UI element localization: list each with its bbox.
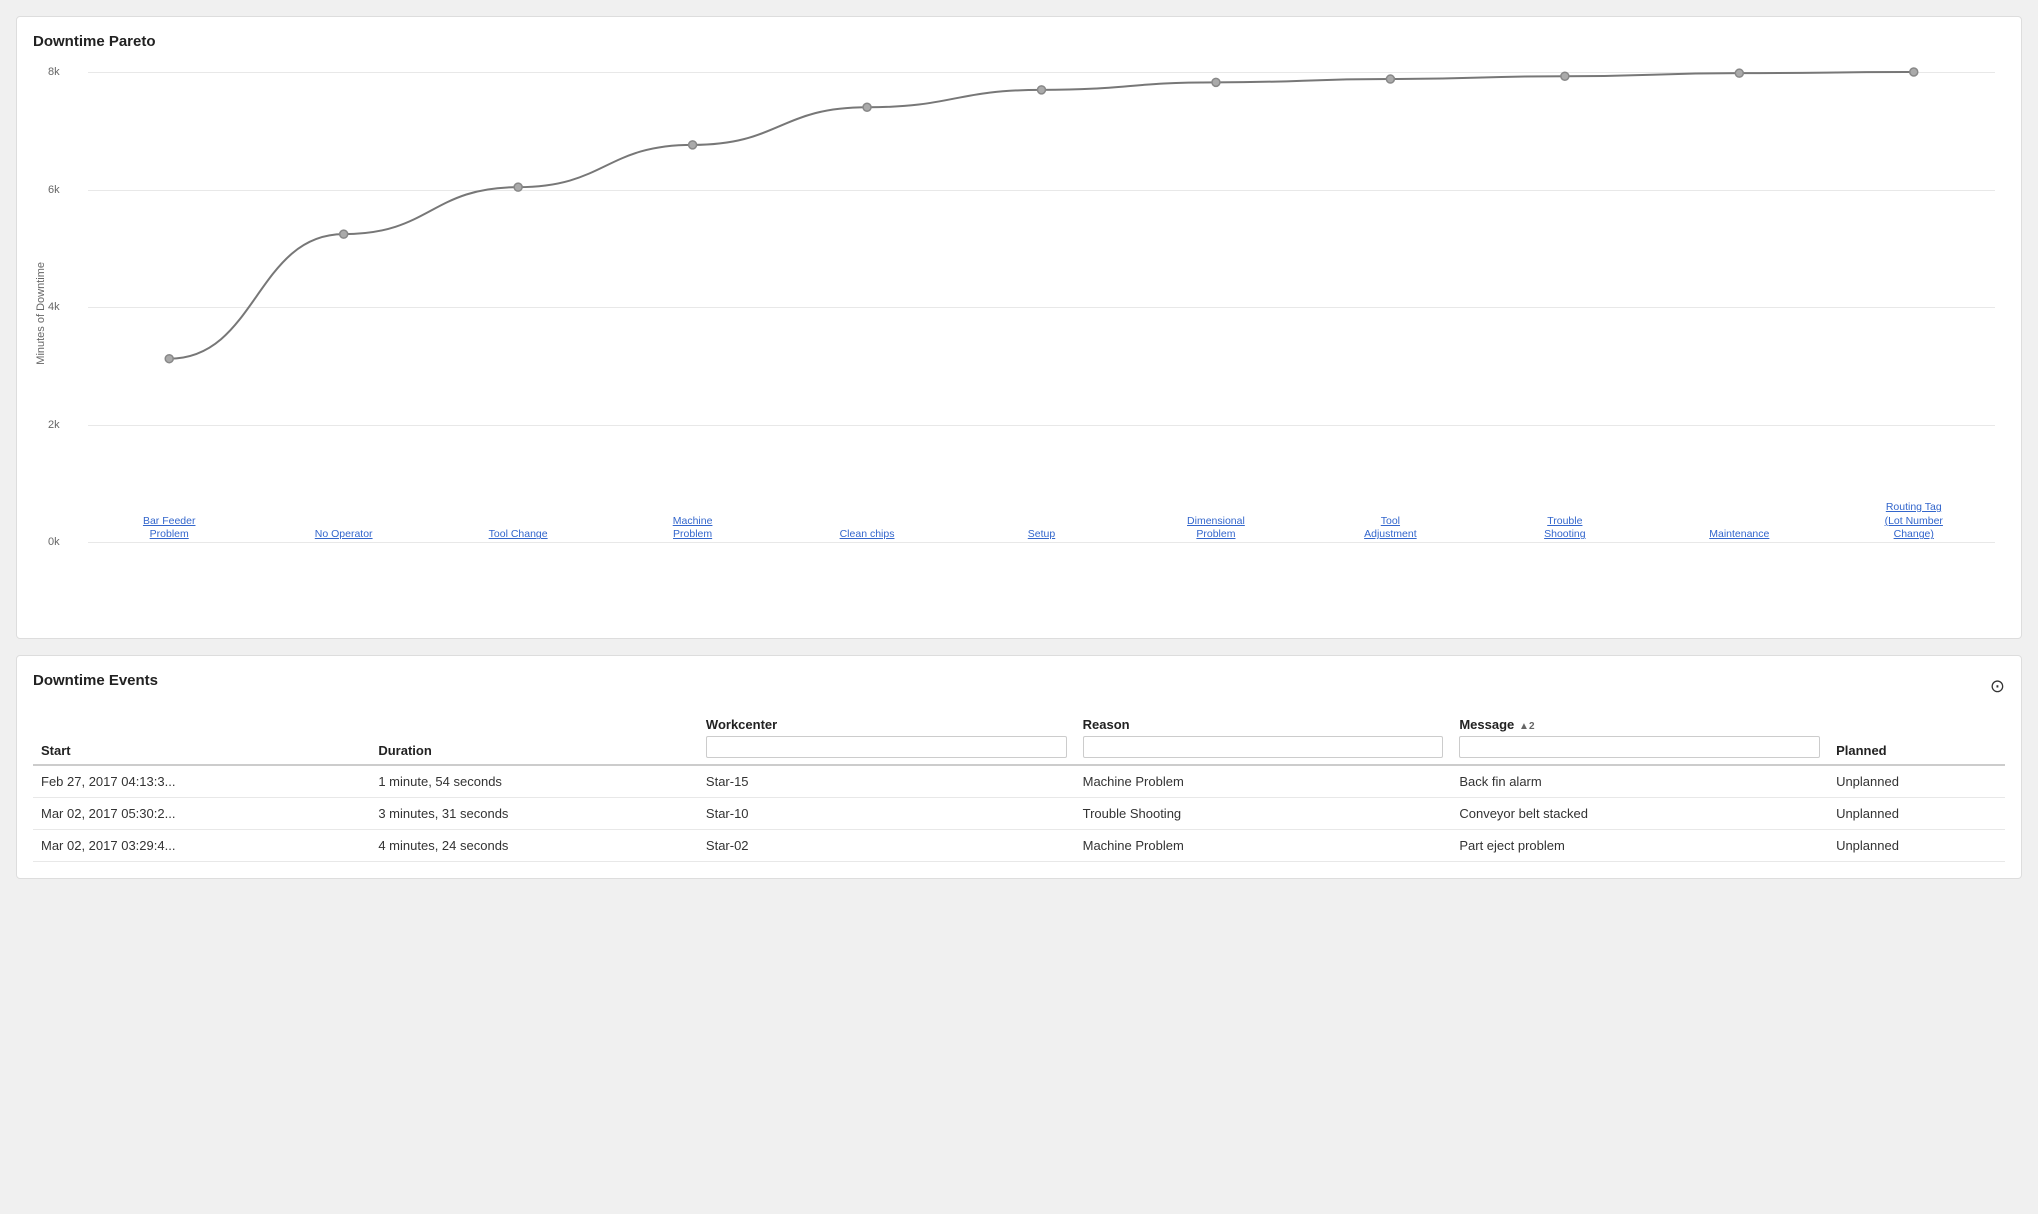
bar-group: DimensionalProblem — [1135, 509, 1297, 542]
y-tick: 8k — [48, 66, 60, 78]
pareto-card: Downtime Pareto Minutes of Downtime 0k 2k… — [16, 16, 2022, 639]
filter-input-reason[interactable] — [1083, 736, 1444, 758]
table-header: Start Duration Workcenter Reason Message ▲2 P… — [33, 711, 2005, 765]
bar-group: TroubleShooting — [1484, 509, 1646, 542]
bar-label[interactable]: TroubleShooting — [1544, 515, 1585, 542]
table-body: Feb 27, 2017 04:13:3...1 minute, 54 seco… — [33, 765, 2005, 862]
pareto-title: Downtime Pareto — [33, 33, 2005, 50]
col-label-workcenter: Workcenter — [706, 717, 777, 732]
filter-input-workcenter[interactable] — [706, 736, 1067, 758]
bars-container: Bar FeederProblem No Operator Tool Change M… — [88, 72, 1995, 542]
col-label-start: Start — [41, 743, 71, 758]
col-label-duration: Duration — [378, 743, 431, 758]
header-row: Start Duration Workcenter Reason Message ▲2 P… — [33, 711, 2005, 765]
bar-group: No Operator — [262, 522, 424, 542]
sort-indicator-message: ▲2 — [1516, 721, 1534, 732]
cell-start: Mar 02, 2017 03:29:4... — [33, 830, 370, 862]
bar-label[interactable]: DimensionalProblem — [1187, 515, 1245, 542]
bar-label[interactable]: Tool Change — [489, 528, 548, 542]
cell-reason: Machine Problem — [1075, 830, 1452, 862]
events-card: Downtime Events ⊙ Start Duration Workcente… — [16, 655, 2022, 879]
bar-group: Setup — [960, 522, 1122, 542]
col-label-planned: Planned — [1836, 743, 1887, 758]
cell-planned: Unplanned — [1828, 798, 2005, 830]
bar-group: MachineProblem — [611, 509, 773, 542]
th-workcenter: Workcenter — [698, 711, 1075, 765]
bar-group: Maintenance — [1658, 522, 1820, 542]
events-header: Downtime Events ⊙ — [33, 672, 2005, 701]
cell-duration: 4 minutes, 24 seconds — [370, 830, 698, 862]
cell-reason: Trouble Shooting — [1075, 798, 1452, 830]
cell-duration: 3 minutes, 31 seconds — [370, 798, 698, 830]
cell-planned: Unplanned — [1828, 830, 2005, 862]
bar-group: Tool Change — [437, 522, 599, 542]
cell-planned: Unplanned — [1828, 765, 2005, 798]
bar-group: Bar FeederProblem — [88, 509, 250, 542]
col-label-reason: Reason — [1083, 717, 1130, 732]
th-duration: Duration — [370, 711, 698, 765]
bar-group: Clean chips — [786, 522, 948, 542]
cell-workcenter: Star-02 — [698, 830, 1075, 862]
events-table: Start Duration Workcenter Reason Message ▲2 P… — [33, 711, 2005, 862]
bar-label[interactable]: Clean chips — [840, 528, 895, 542]
bar-label[interactable]: Setup — [1028, 528, 1055, 542]
y-tick: 6k — [48, 184, 60, 196]
y-tick: 0k — [48, 536, 60, 548]
bar-label[interactable]: Routing Tag(Lot NumberChange) — [1885, 501, 1943, 542]
cell-message: Conveyor belt stacked — [1451, 798, 1828, 830]
table-row: Mar 02, 2017 03:29:4...4 minutes, 24 sec… — [33, 830, 2005, 862]
bar-label[interactable]: Maintenance — [1709, 528, 1769, 542]
filter-input-message[interactable] — [1459, 736, 1820, 758]
y-tick: 4k — [48, 301, 60, 313]
table-row: Mar 02, 2017 05:30:2...3 minutes, 31 sec… — [33, 798, 2005, 830]
cell-reason: Machine Problem — [1075, 765, 1452, 798]
th-planned: Planned — [1828, 711, 2005, 765]
y-axis-label: Minutes of Downtime — [35, 262, 47, 365]
cell-start: Mar 02, 2017 05:30:2... — [33, 798, 370, 830]
cell-message: Part eject problem — [1451, 830, 1828, 862]
cell-duration: 1 minute, 54 seconds — [370, 765, 698, 798]
th-message: Message ▲2 — [1451, 711, 1828, 765]
cell-workcenter: Star-10 — [698, 798, 1075, 830]
col-label-message: Message — [1459, 717, 1514, 732]
cell-workcenter: Star-15 — [698, 765, 1075, 798]
bar-label[interactable]: No Operator — [315, 528, 373, 542]
th-reason: Reason — [1075, 711, 1452, 765]
th-start: Start — [33, 711, 370, 765]
download-icon[interactable]: ⊙ — [1990, 676, 2005, 697]
bar-label[interactable]: MachineProblem — [673, 515, 713, 542]
bar-label[interactable]: ToolAdjustment — [1364, 515, 1417, 542]
bar-group: ToolAdjustment — [1309, 509, 1471, 542]
bar-group: Routing Tag(Lot NumberChange) — [1833, 495, 1995, 542]
table-row: Feb 27, 2017 04:13:3...1 minute, 54 seco… — [33, 765, 2005, 798]
events-title: Downtime Events — [33, 672, 158, 689]
y-tick: 2k — [48, 419, 60, 431]
chart-area: 0k2k4k6k8k Bar FeederProblemNo OperatorT… — [88, 72, 1995, 542]
cell-start: Feb 27, 2017 04:13:3... — [33, 765, 370, 798]
chart-container: Minutes of Downtime 0k 2k 4k 6k 8k Bar Feede… — [33, 62, 2005, 622]
bar-label[interactable]: Bar FeederProblem — [143, 515, 196, 542]
cell-message: Back fin alarm — [1451, 765, 1828, 798]
